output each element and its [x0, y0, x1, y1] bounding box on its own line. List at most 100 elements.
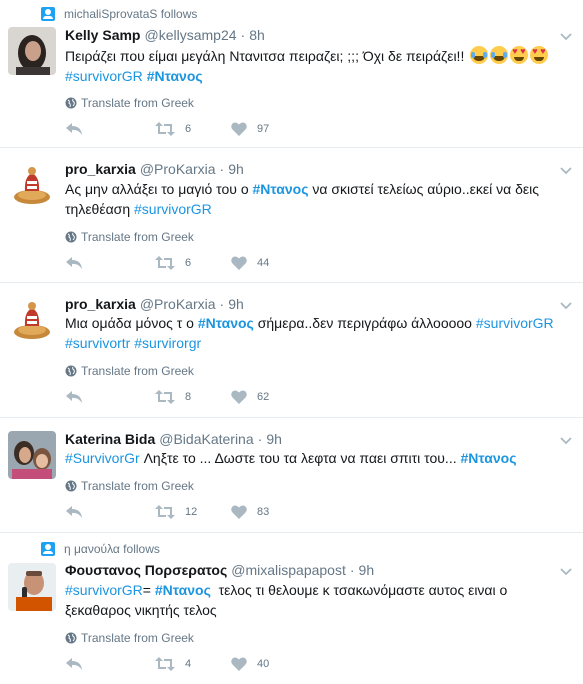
- translate-link[interactable]: Translate from Greek: [65, 631, 194, 645]
- translate-link[interactable]: Translate from Greek: [65, 479, 194, 493]
- hashtag-link[interactable]: #Ντανος: [253, 181, 309, 197]
- reply-button[interactable]: [65, 256, 155, 270]
- timestamp[interactable]: 9h: [359, 562, 375, 578]
- hashtag-link[interactable]: #survivortr: [65, 335, 130, 351]
- avatar[interactable]: [8, 563, 56, 611]
- globe-icon: [65, 231, 77, 243]
- tweet-header: Katerina Bida @BidaKaterina · 9h: [65, 431, 553, 447]
- timestamp[interactable]: 8h: [249, 27, 265, 43]
- hashtag-link[interactable]: #survivorGR: [65, 68, 143, 84]
- retweet-icon: [155, 122, 175, 136]
- chevron-down-icon[interactable]: [559, 298, 573, 312]
- hashtag-link[interactable]: #survirorgr: [134, 335, 201, 351]
- avatar[interactable]: [8, 431, 56, 479]
- tweet-text-content: τηλεθέαση: [65, 201, 134, 217]
- hashtag-link[interactable]: #SurvivorGr: [65, 450, 140, 466]
- tweet-text-content: ξεκαθαρος νικητής τελος: [65, 602, 217, 618]
- like-count: 40: [257, 658, 270, 670]
- timestamp[interactable]: 9h: [228, 296, 244, 312]
- tweet-text: Ας μην αλλάξει το μαγιό του ο #Ντανος να…: [65, 179, 565, 219]
- heart-icon: [231, 657, 247, 671]
- translate-link[interactable]: Translate from Greek: [65, 96, 194, 110]
- avatar[interactable]: [8, 27, 56, 75]
- reply-button[interactable]: [65, 122, 155, 136]
- chevron-down-icon[interactable]: [559, 163, 573, 177]
- display-name[interactable]: Katerina Bida: [65, 431, 155, 447]
- tweet-text-content: Μια ομάδα μόνος τ ο: [65, 315, 198, 331]
- heart-icon: [231, 122, 247, 136]
- username[interactable]: @ProKarxia: [140, 161, 216, 177]
- timestamp[interactable]: 9h: [266, 431, 282, 447]
- tweet-text: #SurvivorGr Ληξτε το ... Δωστε του τα λε…: [65, 448, 565, 468]
- hashtag-link[interactable]: #Ντανος: [147, 68, 203, 84]
- display-name[interactable]: pro_karxia: [65, 161, 136, 177]
- tweet-header: pro_karxia @ProKarxia · 9h: [65, 161, 553, 177]
- display-name[interactable]: pro_karxia: [65, 296, 136, 312]
- username[interactable]: @kellysamp24: [144, 27, 236, 43]
- tweet[interactable]: Katerina Bida @BidaKaterina · 9h #Surviv…: [0, 418, 583, 533]
- face-with-tears-of-joy-icon: [490, 46, 509, 64]
- translate-link[interactable]: Translate from Greek: [65, 364, 194, 378]
- avatar[interactable]: [8, 296, 56, 344]
- chevron-down-icon[interactable]: [559, 564, 573, 578]
- retweet-button[interactable]: 6: [155, 122, 231, 136]
- hashtag-link[interactable]: #survivorGR: [134, 201, 212, 217]
- tweet[interactable]: η μανούλα follows Φουστανος Πορσερατος @…: [0, 533, 583, 684]
- hashtag-link[interactable]: #survivorGR: [476, 315, 554, 331]
- tweet-text: Μια ομάδα μόνος τ ο #Ντανος σήμερα..δεν …: [65, 313, 565, 353]
- reply-icon: [66, 257, 82, 269]
- timestamp[interactable]: 9h: [228, 161, 244, 177]
- social-context-text: η μανούλα follows: [64, 542, 160, 556]
- like-button[interactable]: 44: [231, 256, 311, 270]
- username[interactable]: @ProKarxia: [140, 296, 216, 312]
- timeline: michaliSprovataS follows Kelly Samp @kel…: [0, 0, 583, 684]
- chevron-down-icon[interactable]: [559, 433, 573, 447]
- like-button[interactable]: 83: [231, 505, 311, 519]
- translate-label: Translate from Greek: [81, 230, 194, 244]
- avatar[interactable]: [8, 161, 56, 209]
- retweet-button[interactable]: 6: [155, 256, 231, 270]
- like-button[interactable]: 40: [231, 657, 311, 671]
- username[interactable]: @mixalispapapost: [231, 562, 346, 578]
- reply-button[interactable]: [65, 505, 155, 519]
- translate-link[interactable]: Translate from Greek: [65, 230, 194, 244]
- hashtag-link[interactable]: #Ντανος: [198, 315, 254, 331]
- tweet[interactable]: michaliSprovataS follows Kelly Samp @kel…: [0, 0, 583, 148]
- translate-label: Translate from Greek: [81, 631, 194, 645]
- tweet[interactable]: pro_karxia @ProKarxia · 9h Ας μην αλλάξε…: [0, 148, 583, 283]
- tweet-text-content: σήμερα..δεν περιγράφω άλλοοοοο: [253, 315, 476, 331]
- reply-button[interactable]: [65, 390, 155, 404]
- retweet-button[interactable]: 8: [155, 390, 231, 404]
- retweet-button[interactable]: 4: [155, 657, 231, 671]
- tweet-actions: 6 97: [65, 122, 311, 136]
- globe-icon: [65, 480, 77, 492]
- retweet-icon: [155, 657, 175, 671]
- reply-icon: [66, 658, 82, 670]
- retweet-button[interactable]: 12: [155, 505, 231, 519]
- tweet-header: pro_karxia @ProKarxia · 9h: [65, 296, 553, 312]
- display-name[interactable]: Φουστανος Πορσερατος: [65, 562, 227, 578]
- heart-icon: [231, 390, 247, 404]
- translate-label: Translate from Greek: [81, 96, 194, 110]
- like-button[interactable]: 97: [231, 122, 311, 136]
- tweet-actions: 4 40: [65, 657, 311, 671]
- reply-button[interactable]: [65, 657, 155, 671]
- tweet-text-content: Πειράζει που είμαι μεγάλη Ντανιτσα πειρα…: [65, 48, 469, 64]
- hashtag-link[interactable]: #survivorGR: [65, 582, 143, 598]
- like-button[interactable]: 62: [231, 390, 311, 404]
- separator: ·: [219, 161, 225, 177]
- hashtag-link[interactable]: #Ντανος: [155, 582, 211, 598]
- chevron-down-icon[interactable]: [559, 29, 573, 43]
- smiling-face-with-heart-eyes-icon: [510, 46, 529, 64]
- separator: ·: [349, 562, 355, 578]
- display-name[interactable]: Kelly Samp: [65, 27, 140, 43]
- hashtag-link[interactable]: #Ντανος: [461, 450, 517, 466]
- tweet-header: Φουστανος Πορσερατος @mixalispapapost · …: [65, 562, 553, 578]
- tweet[interactable]: pro_karxia @ProKarxia · 9h Μια ομάδα μόν…: [0, 283, 583, 418]
- username[interactable]: @BidaKaterina: [159, 431, 253, 447]
- like-count: 44: [257, 257, 270, 269]
- tweet-text-content: Ας μην αλλάξει το μαγιό του ο: [65, 181, 253, 197]
- globe-icon: [65, 365, 77, 377]
- social-context-text: michaliSprovataS follows: [64, 7, 198, 21]
- globe-icon: [65, 632, 77, 644]
